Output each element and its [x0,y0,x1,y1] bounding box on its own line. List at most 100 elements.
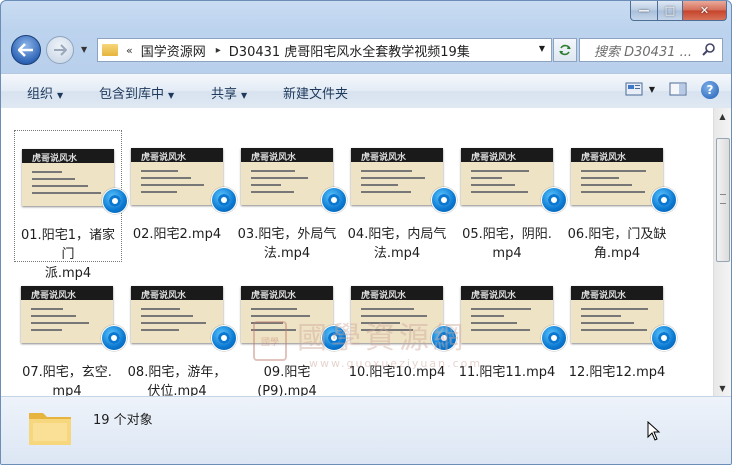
scroll-down-icon[interactable]: ▼ [714,380,731,396]
slide-title: 虎哥说风水 [471,291,517,301]
file-name-line: 07.阳宅，玄空. [22,365,112,380]
slide-text-line [141,315,193,317]
close-button[interactable]: ✕ [683,1,727,21]
preview-pane-icon[interactable] [669,82,687,96]
file-name-line: 11.阳宅11.mp4 [458,365,556,380]
search-field[interactable]: 搜索 D30431 ... [579,38,723,62]
file-item[interactable]: 虎哥说风水 02.阳宅2.mp4 [124,130,237,260]
view-options[interactable]: ▼ [625,82,687,96]
forward-button[interactable] [46,36,74,64]
slide-text-line [581,177,619,179]
slide-text-line [361,308,414,310]
slide-title: 虎哥说风水 [251,153,297,163]
address-dropdown-icon[interactable]: ▼ [539,44,545,53]
back-button[interactable] [11,35,41,65]
file-item[interactable]: 虎哥说风水 04.阳宅，内局气 法.mp4 [344,130,457,261]
video-thumbnail: 虎哥说风水 [461,286,553,343]
file-name-line: 08.阳宅，游年， [127,365,227,380]
file-item[interactable]: 虎哥说风水 06.阳宅，门及缺 角.mp4 [564,130,677,261]
close-icon: ✕ [699,4,710,17]
slide-text-line [361,322,400,324]
slide-title: 虎哥说风水 [32,154,78,164]
file-name-line: 05.阳宅，阴阳. [462,227,552,242]
slide-text-line [361,315,427,317]
new-folder-label: 新建文件夹 [283,87,349,102]
scroll-thumb[interactable] [716,138,730,262]
minimize-icon: — [638,4,650,17]
file-name-line: 06.阳宅，门及缺 [567,227,667,242]
refresh-button[interactable] [553,38,577,62]
file-name-line: 12.阳宅12.mp4 [568,365,666,380]
slide-text-line [471,184,515,186]
view-icon[interactable] [625,82,643,96]
file-name: 05.阳宅，阴阳. mp4 [454,225,560,263]
file-item[interactable]: 虎哥说风水 12.阳宅12.mp4 [564,268,677,398]
breadcrumb-separator[interactable]: ▸ [216,45,221,56]
slide-text-line [251,191,294,193]
search-placeholder: 搜索 D30431 ... [594,44,693,60]
breadcrumb-item[interactable]: 国学资源网 [141,41,206,60]
slide-text-line [32,171,62,173]
slide-text-line [31,329,62,331]
file-name: 10.阳宅10.mp4 [344,363,450,382]
organize-button[interactable]: 组织 ▼ [27,83,63,102]
file-item[interactable]: 虎哥说风水 03.阳宅，外局气 法.mp4 [234,130,347,263]
slide-text-line [361,329,413,331]
minimize-button[interactable]: — [630,1,658,21]
vertical-scrollbar[interactable]: ▲ ▼ [713,108,731,396]
file-name-line: 02.阳宅2.mp4 [132,227,222,242]
slide-text-line [141,308,180,310]
slide-text-line [141,177,191,179]
file-name: 03.阳宅，外局气 法.mp4 [234,225,340,263]
navigation-bar: ▼ « 国学资源网 ▸ D30431 虎哥阳宅风水全套教学视频19集 ▼ 搜索 … [1,33,731,67]
view-dropdown-icon[interactable]: ▼ [649,85,655,94]
slide-text-line [581,329,647,331]
slide-text-line [251,308,297,310]
slide-title: 虎哥说风水 [251,291,297,301]
breadcrumb-item[interactable]: D30431 虎哥阳宅风水全套教学视频19集 [229,41,470,60]
chevron-down-icon: ▼ [241,91,248,100]
recent-pages-dropdown[interactable]: ▼ [81,45,87,54]
slide-title: 虎哥说风水 [581,153,627,163]
slide-text-line [141,322,206,324]
slide-title: 虎哥说风水 [31,291,77,301]
new-folder-button[interactable]: 新建文件夹 [283,83,348,102]
title-bar: — □ ✕ [1,1,731,31]
details-pane: 19 个对象 [1,396,731,464]
file-item[interactable]: 虎哥说风水 10.阳宅10.mp4 [344,268,457,398]
slide-text-line [31,322,89,324]
search-icon[interactable] [702,42,716,56]
slide-text-line [361,170,412,172]
file-item[interactable]: 虎哥说风水 09.阳宅(P9).mp4 [234,268,347,399]
chevron-down-icon: ▼ [57,91,64,100]
address-bar[interactable]: « 国学资源网 ▸ D30431 虎哥阳宅风水全套教学视频19集 ▼ [97,38,552,62]
file-name-line: 10.阳宅10.mp4 [348,365,446,380]
video-thumbnail: 虎哥说风水 [461,148,553,205]
slide-text-line [471,308,531,310]
file-item[interactable]: 虎哥说风水 11.阳宅11.mp4 [454,268,567,398]
video-thumbnail: 虎哥说风水 [241,286,333,343]
slide-text-line [251,322,283,324]
slide-text-line [471,322,517,324]
slide-text-line [32,192,101,194]
include-in-library-button[interactable]: 包含到库中 ▼ [99,83,174,102]
slide-text-line [141,191,177,193]
file-item[interactable]: 虎哥说风水 01.阳宅1，诸家门 派.mp4 [14,130,128,281]
maximize-button[interactable]: □ [658,1,683,21]
slide-text-line [251,329,296,331]
share-label: 共享 [211,87,238,102]
breadcrumb-overflow[interactable]: « [126,44,133,57]
share-button[interactable]: 共享 ▼ [211,83,247,102]
slide-text-line [141,170,178,172]
slide-text-line [361,191,411,193]
file-item[interactable]: 虎哥说风水 08.阳宅，游年， 伏位.mp4 [124,268,237,399]
video-thumbnail: 虎哥说风水 [21,286,113,343]
file-item[interactable]: 虎哥说风水 07.阳宅，玄空. mp4 [14,268,127,399]
slide-title: 虎哥说风水 [141,153,187,163]
slide-text-line [361,184,398,186]
slide-text-line [141,184,204,186]
file-item[interactable]: 虎哥说风水 05.阳宅，阴阳. mp4 [454,130,567,263]
include-in-library-label: 包含到库中 [99,87,165,102]
help-button[interactable]: ? [701,81,719,99]
scroll-up-icon[interactable]: ▲ [714,108,731,124]
